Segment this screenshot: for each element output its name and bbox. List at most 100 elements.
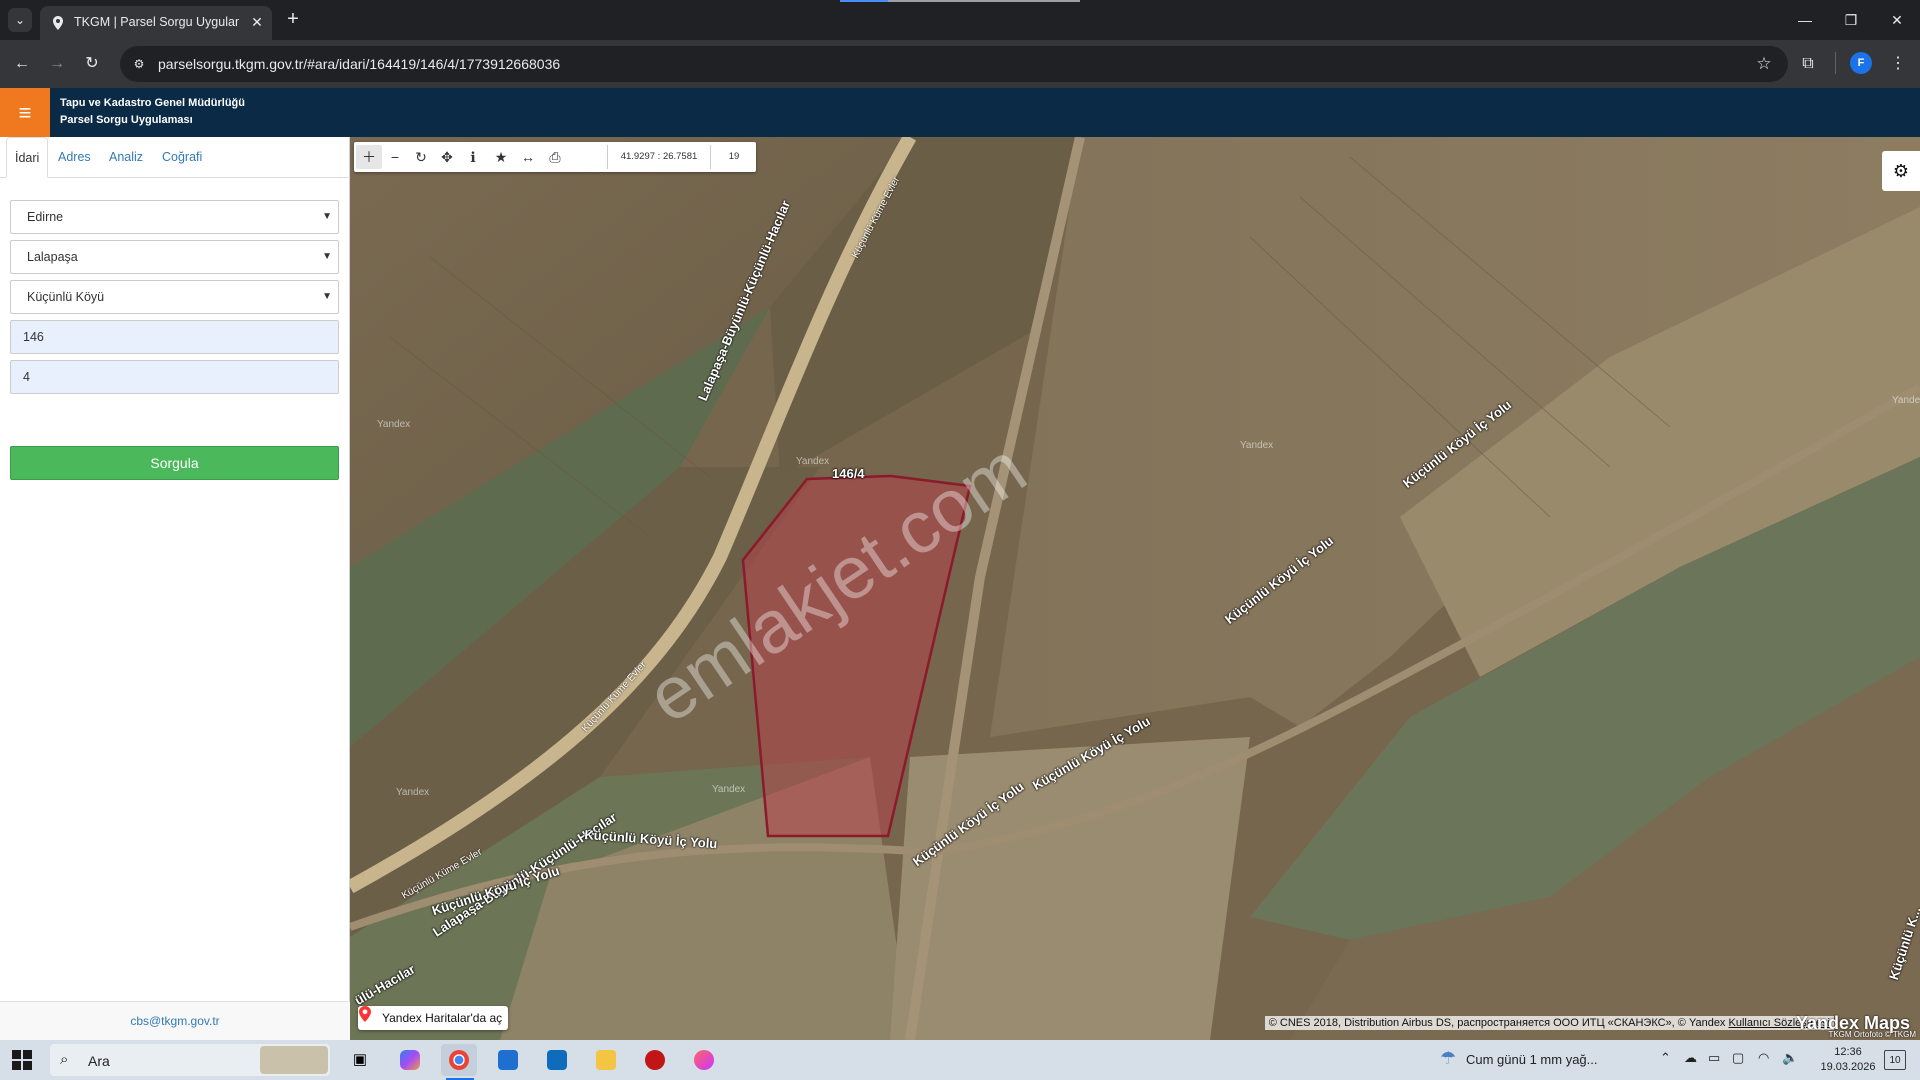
- hamburger-menu-icon[interactable]: ≡: [0, 88, 50, 137]
- sorgula-button[interactable]: Sorgula: [10, 446, 339, 480]
- browser-tab-bar: ⌄ TKGM | Parsel Sorgu Uygulaması ✕ + — ❐…: [0, 0, 1920, 40]
- map-toolbar: ＋ − ↻ ✥ ℹ ★ ↔ ⎙ 41.9297 : 26.7581 19: [354, 142, 756, 172]
- notification-center-icon[interactable]: 10: [1884, 1050, 1906, 1070]
- reload-icon[interactable]: ↻: [80, 52, 104, 76]
- file-explorer-icon[interactable]: [588, 1044, 624, 1076]
- browser-toolbar: ← → ↻ ⚙ parselsorgu.tkgm.gov.tr/#ara/ida…: [0, 40, 1920, 88]
- url-text[interactable]: parselsorgu.tkgm.gov.tr/#ara/idari/16441…: [158, 56, 560, 72]
- tab-adres[interactable]: Adres: [50, 137, 99, 178]
- toolbar-divider: [1835, 52, 1836, 74]
- store-app-icon[interactable]: [490, 1044, 526, 1076]
- search-highlight-image: [260, 1046, 328, 1074]
- refresh-icon[interactable]: ↻: [408, 145, 434, 169]
- new-tab-icon[interactable]: +: [282, 9, 304, 31]
- tile-watermark: Yandex: [712, 784, 746, 795]
- open-in-yandex-button[interactable]: Yandex Haritalar'da aç: [358, 1006, 508, 1030]
- app-title: Tapu ve Kadastro Genel Müdürlüğü Parsel …: [60, 95, 245, 129]
- location-pin-icon: [359, 1006, 371, 1022]
- onedrive-icon[interactable]: ☁: [1684, 1050, 1697, 1066]
- task-view-icon[interactable]: ▣: [342, 1044, 378, 1076]
- tab-title: TKGM | Parsel Sorgu Uygulaması: [74, 15, 239, 29]
- print-icon[interactable]: ⎙: [542, 145, 568, 169]
- query-sidebar: İdari Adres Analiz Coğrafi Edirne ▼ Lala…: [0, 137, 350, 1040]
- profile-avatar[interactable]: F: [1850, 52, 1872, 74]
- map-attribution: © CNES 2018, Distribution Airbus DS, рас…: [1264, 1016, 1834, 1030]
- search-icon: ⌕: [60, 1051, 69, 1068]
- restore-icon[interactable]: ❐: [1836, 8, 1866, 32]
- sidebar-footer: cbs@tkgm.gov.tr: [0, 1001, 350, 1040]
- app-header: ≡ Tapu ve Kadastro Genel Müdürlüğü Parse…: [0, 88, 1920, 137]
- ada-input[interactable]: 146: [10, 320, 339, 354]
- back-icon[interactable]: ←: [10, 52, 34, 76]
- contact-email-link[interactable]: cbs@tkgm.gov.tr: [0, 1014, 350, 1028]
- windows-taskbar: ⌕ Ara ▣: [0, 1040, 1920, 1080]
- map-settings-gear-icon[interactable]: ⚙: [1882, 151, 1920, 191]
- satellite-imagery: [350, 137, 1920, 1040]
- chevron-down-icon: ▼: [322, 251, 332, 262]
- site-info-icon[interactable]: ⚙: [130, 55, 148, 73]
- bookmark-star-icon[interactable]: ☆: [1754, 54, 1774, 74]
- tab-analiz[interactable]: Analiz: [101, 137, 151, 178]
- zoom-in-icon[interactable]: ＋: [356, 145, 382, 169]
- tab-close-icon[interactable]: ✕: [248, 13, 266, 31]
- display-icon[interactable]: ▢: [1732, 1050, 1744, 1066]
- chevron-down-icon: ▼: [322, 211, 332, 222]
- measure-icon[interactable]: ↔: [515, 145, 541, 169]
- zoom-level-readout: 19: [728, 151, 740, 162]
- tile-watermark: Yandex: [1240, 440, 1274, 451]
- il-select-value: Edirne: [27, 210, 64, 224]
- tab-search-icon[interactable]: ⌄: [8, 8, 32, 32]
- wifi-icon[interactable]: ◠: [1758, 1050, 1769, 1066]
- forward-icon[interactable]: →: [45, 52, 69, 76]
- clock-time: 12:36: [1834, 1046, 1862, 1058]
- windows-start-icon[interactable]: [12, 1050, 32, 1070]
- chevron-down-icon: ▼: [322, 291, 332, 302]
- media-app-icon[interactable]: [637, 1044, 673, 1076]
- il-select[interactable]: Edirne ▼: [10, 200, 339, 234]
- tile-watermark: Yandex: [377, 419, 411, 430]
- browser-tab[interactable]: TKGM | Parsel Sorgu Uygulaması ✕: [40, 6, 272, 40]
- locate-icon[interactable]: ✥: [434, 145, 460, 169]
- tab-scroll-indicator-accent: [840, 0, 888, 2]
- taskbar-search-placeholder: Ara: [88, 1053, 110, 1069]
- extensions-icon[interactable]: ⧉: [1796, 52, 1820, 76]
- tab-cografi[interactable]: Coğrafi: [154, 137, 210, 178]
- mahalle-select[interactable]: Küçünlü Köyü ▼: [10, 280, 339, 314]
- mahalle-select-value: Küçünlü Köyü: [27, 290, 105, 304]
- info-icon[interactable]: ℹ: [460, 145, 486, 169]
- map-pin-icon: [53, 16, 63, 30]
- open-in-yandex-label: Yandex Haritalar'da aç: [382, 1011, 503, 1025]
- taskbar-search[interactable]: ⌕ Ara: [50, 1044, 330, 1076]
- tile-watermark: Yande: [1892, 395, 1920, 406]
- copilot-app-icon[interactable]: [392, 1044, 428, 1076]
- attribution-text: © CNES 2018, Distribution Airbus DS, рас…: [1268, 1017, 1726, 1029]
- parsel-input[interactable]: 4: [10, 360, 339, 394]
- coordinate-readout: 41.9297 : 26.7581: [607, 145, 711, 169]
- ilce-select[interactable]: Lalapaşa ▼: [10, 240, 339, 274]
- app-title-line1: Tapu ve Kadastro Genel Müdürlüğü: [60, 97, 245, 109]
- zoom-out-icon[interactable]: −: [382, 145, 408, 169]
- chrome-app-icon[interactable]: [441, 1044, 477, 1076]
- app-title-line2: Parsel Sorgu Uygulaması: [60, 114, 193, 126]
- itunes-app-icon[interactable]: [686, 1044, 722, 1076]
- close-window-icon[interactable]: ✕: [1882, 8, 1912, 32]
- minimize-icon[interactable]: —: [1790, 8, 1820, 32]
- weather-text[interactable]: Cum günü 1 mm yağ...: [1466, 1052, 1598, 1067]
- map-view[interactable]: Lalapaşa-Büyünlü-Küçünlü-Hacılar Lalapaş…: [350, 137, 1920, 1040]
- clock-date: 19.03.2026: [1820, 1061, 1876, 1073]
- tile-watermark: Yandex: [796, 456, 830, 467]
- address-bar[interactable]: ⚙ parselsorgu.tkgm.gov.tr/#ara/idari/164…: [120, 46, 1788, 82]
- outlook-app-icon[interactable]: [539, 1044, 575, 1076]
- ortofoto-credit: TKGM Ortofoto © TKGM: [1828, 1030, 1916, 1039]
- volume-icon[interactable]: 🔈: [1782, 1050, 1798, 1066]
- show-hidden-icons-chevron-icon[interactable]: ⌃: [1660, 1050, 1671, 1066]
- weather-rain-icon[interactable]: ☂: [1440, 1048, 1456, 1069]
- parcel-label: 146/4: [832, 466, 865, 481]
- tab-idari[interactable]: İdari: [6, 137, 49, 178]
- query-tabs: İdari Adres Analiz Coğrafi: [0, 137, 350, 178]
- clock[interactable]: 12:36 19.03.2026: [1820, 1045, 1876, 1075]
- browser-menu-icon[interactable]: ⋮: [1886, 52, 1910, 76]
- meet-icon[interactable]: ▭: [1708, 1050, 1720, 1066]
- favorite-star-icon[interactable]: ★: [488, 145, 514, 169]
- ilce-select-value: Lalapaşa: [27, 250, 78, 264]
